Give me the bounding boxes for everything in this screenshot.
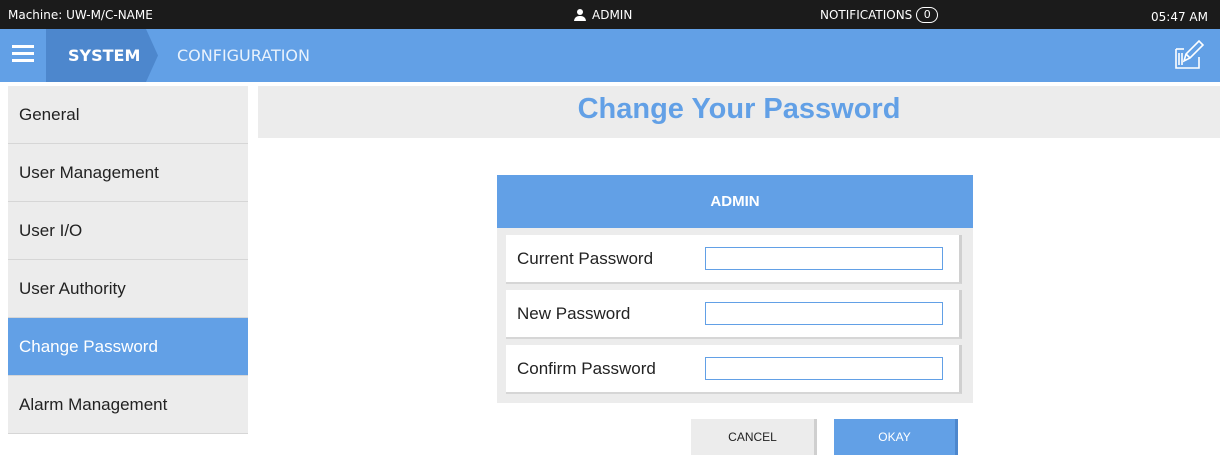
sidebar-item-user-io[interactable]: User I/O xyxy=(8,202,248,260)
sidebar-item-change-password[interactable]: Change Password xyxy=(8,318,248,376)
confirm-password-label: Confirm Password xyxy=(517,359,656,378)
edit-icon[interactable] xyxy=(1172,37,1206,71)
current-password-label: Current Password xyxy=(517,249,654,268)
panel-header-username: ADMIN xyxy=(497,175,973,228)
sidebar-item-user-authority[interactable]: User Authority xyxy=(8,260,248,318)
cancel-button[interactable]: CANCEL xyxy=(691,419,817,455)
page-title-bar: Change Your Password xyxy=(258,86,1220,138)
sidebar: General User Management User I/O User Au… xyxy=(8,86,248,434)
sidebar-item-user-management[interactable]: User Management xyxy=(8,144,248,202)
clock: 05:47 AM xyxy=(1151,10,1208,24)
sidebar-item-alarm-management[interactable]: Alarm Management xyxy=(8,376,248,434)
notifications[interactable]: NOTIFICATIONS 0 xyxy=(820,7,939,23)
current-password-field[interactable] xyxy=(705,247,943,270)
current-user-label: ADMIN xyxy=(592,8,633,22)
change-password-panel: ADMIN Current Password New Password Conf… xyxy=(497,175,973,403)
new-password-field[interactable] xyxy=(705,302,943,325)
new-password-label: New Password xyxy=(517,304,631,323)
confirm-password-row: Confirm Password xyxy=(506,345,962,394)
notifications-label: NOTIFICATIONS xyxy=(820,8,913,22)
breadcrumb-system[interactable]: SYSTEM xyxy=(46,29,158,82)
confirm-password-field[interactable] xyxy=(705,357,943,380)
nav-bar: SYSTEM CONFIGURATION xyxy=(0,29,1220,82)
current-password-row: Current Password xyxy=(506,235,962,284)
page-title: Change Your Password xyxy=(577,93,901,125)
okay-button[interactable]: OKAY xyxy=(834,419,958,455)
new-password-row: New Password xyxy=(506,290,962,339)
breadcrumb-configuration: CONFIGURATION xyxy=(177,46,310,65)
user-icon xyxy=(574,9,586,21)
current-user[interactable]: ADMIN xyxy=(574,8,632,22)
hamburger-menu-icon[interactable] xyxy=(12,45,34,63)
machine-name: Machine: UW-M/C-NAME xyxy=(8,8,153,22)
status-bar: Machine: UW-M/C-NAME ADMIN NOTIFICATIONS… xyxy=(0,0,1220,29)
sidebar-item-general[interactable]: General xyxy=(8,86,248,144)
notifications-count-badge: 0 xyxy=(916,7,939,23)
